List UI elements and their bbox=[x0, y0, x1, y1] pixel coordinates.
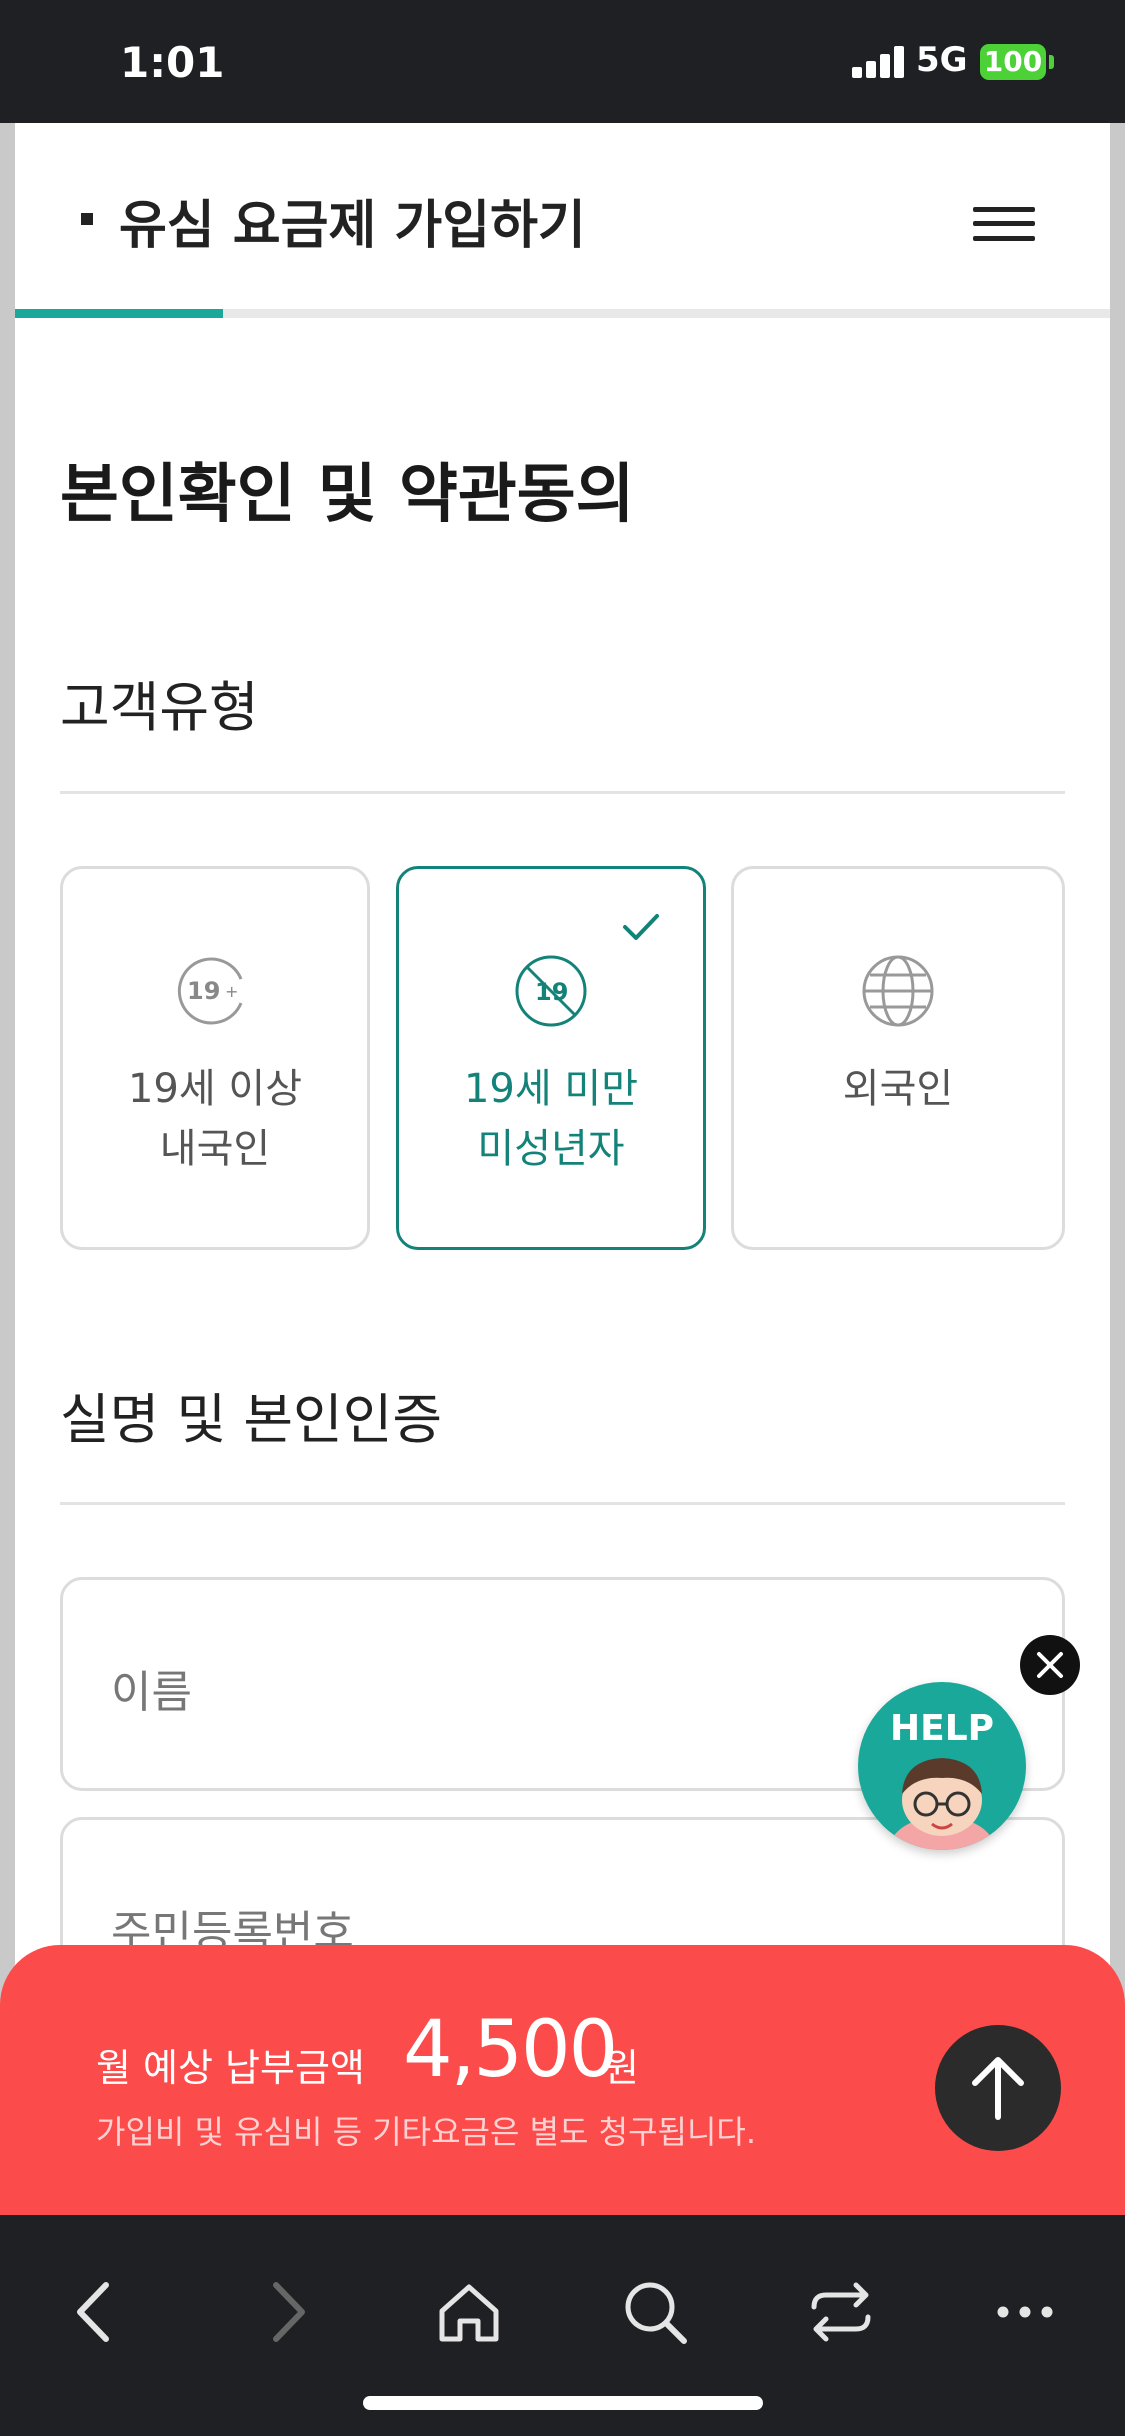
arrow-up-icon bbox=[972, 2057, 1024, 2120]
search-button[interactable] bbox=[620, 2277, 690, 2347]
help-chatbot-button[interactable]: HELP bbox=[858, 1682, 1026, 1850]
home-button[interactable] bbox=[434, 2277, 504, 2347]
under-19-icon: 19 bbox=[515, 955, 587, 1027]
customer-type-minor[interactable]: 19 19세 미만 미성년자 bbox=[396, 866, 706, 1250]
progress-bar bbox=[15, 309, 1110, 318]
page-title: 유심 요금제 가입하기 bbox=[119, 196, 586, 256]
page-edge-right bbox=[1110, 123, 1125, 2215]
forward-button[interactable] bbox=[250, 2277, 320, 2347]
divider bbox=[60, 791, 1065, 794]
19-plus-icon: 19 + bbox=[177, 957, 243, 1025]
scroll-top-button[interactable] bbox=[935, 2025, 1061, 2151]
name-placeholder: 이름 bbox=[111, 1667, 192, 1718]
card-label: 19세 이상 내국인 bbox=[127, 1066, 302, 1172]
help-close-button[interactable] bbox=[1020, 1635, 1080, 1695]
battery-tip bbox=[1049, 55, 1054, 69]
home-indicator bbox=[363, 2396, 763, 2410]
svg-text:+: + bbox=[225, 982, 238, 1001]
web-page: 유심 요금제 가입하기 본인확인 및 약관동의 고객유형 19 + 19세 이상… bbox=[15, 123, 1110, 2215]
avatar-icon bbox=[888, 1758, 996, 1850]
signal-icon bbox=[852, 46, 904, 78]
progress-fill bbox=[15, 309, 224, 318]
network-type: 5G bbox=[916, 40, 968, 80]
price-unit: 원 bbox=[604, 2046, 639, 2090]
back-button[interactable] bbox=[62, 2277, 132, 2347]
card-label: 19세 미만 미성년자 bbox=[463, 1066, 638, 1172]
check-icon bbox=[623, 914, 659, 940]
monthly-price-bar: 월 예상 납부금액 4,500 원 가입비 및 유심비 등 기타요금은 별도 청… bbox=[0, 1945, 1125, 2215]
customer-type-title: 고객유형 bbox=[60, 676, 259, 739]
customer-type-foreigner[interactable]: 외국인 bbox=[731, 866, 1065, 1250]
menu-button[interactable] bbox=[973, 201, 1035, 247]
svg-text:19: 19 bbox=[187, 977, 220, 1005]
page-header: 유심 요금제 가입하기 bbox=[15, 123, 1110, 318]
price-amount: 4,500 bbox=[403, 2005, 618, 2095]
card-label: 외국인 bbox=[842, 1066, 954, 1112]
divider bbox=[60, 1502, 1065, 1505]
more-button[interactable] bbox=[990, 2277, 1060, 2347]
battery-icon: 100 bbox=[980, 44, 1046, 80]
hamburger-icon bbox=[973, 207, 1035, 212]
price-label: 월 예상 납부금액 bbox=[96, 2046, 365, 2090]
section-title: 본인확인 및 약관동의 bbox=[60, 458, 635, 532]
price-note: 가입비 및 유심비 등 기타요금은 별도 청구됩니다. bbox=[96, 2113, 757, 2151]
verification-title: 실명 및 본인인증 bbox=[60, 1388, 443, 1451]
close-icon bbox=[1037, 1652, 1063, 1678]
title-bullet bbox=[81, 213, 93, 225]
tabs-button[interactable] bbox=[806, 2277, 876, 2347]
page-edge-left bbox=[0, 123, 15, 2215]
status-time: 1:01 bbox=[120, 38, 225, 87]
globe-icon bbox=[862, 955, 934, 1027]
customer-type-adult[interactable]: 19 + 19세 이상 내국인 bbox=[60, 866, 370, 1250]
status-bar: 1:01 5G 100 bbox=[0, 0, 1125, 123]
